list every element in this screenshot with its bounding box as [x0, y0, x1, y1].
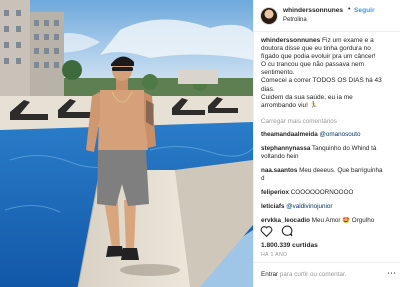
username-link[interactable]: whinderssonnunes: [283, 7, 343, 14]
comment-username[interactable]: feliperiox: [261, 189, 289, 196]
comment-mention[interactable]: @omanosouto: [319, 131, 360, 138]
separator-dot: •: [348, 6, 351, 13]
comment-text: COOOOOORNOOOO: [290, 188, 354, 196]
login-link[interactable]: Entrar: [261, 271, 278, 278]
caption-line: sentimento.: [261, 69, 295, 77]
comment-text: Meu deeeus. Que barriguinha: [299, 166, 383, 174]
post-header: whinderssonnunes • Seguir Petrolina: [254, 0, 400, 32]
caption-line: dias.: [261, 85, 275, 93]
heart-icon[interactable]: [260, 225, 273, 237]
comment-username[interactable]: leticiafs: [261, 203, 284, 210]
comment-username[interactable]: theamandaalmeida: [261, 131, 318, 138]
comment-item: feliperiox COOOOOORNOOOO: [261, 189, 397, 197]
post-photo[interactable]: [0, 0, 253, 287]
caption-line: Comecei a correr TODOS OS DIAS há 43: [261, 77, 382, 85]
caption-line: O cu trancou que não passava nem: [261, 61, 364, 69]
comment-mention[interactable]: @valdivinojunior: [286, 203, 332, 210]
follow-button[interactable]: Seguir: [354, 7, 375, 14]
comment-item: naa.saantos Meu deeeus. Que barriguinha: [261, 167, 397, 175]
comment-item: leticiafs @valdivinojunior: [261, 203, 397, 211]
comment-item: theamandaalmeida @omanosouto: [261, 131, 397, 139]
post-timestamp: HÁ 1 ANO: [261, 252, 288, 258]
caption-line: arrombando viu! 🏃‍♂️: [261, 101, 318, 109]
comment-continuation: d: [261, 175, 397, 183]
comment-item: stephannynassa Tanquinho do Whind tá: [261, 145, 397, 153]
comment-text: Meu Amor 🤩 Orgulho: [311, 216, 375, 224]
comment-continuation: voltando hein: [261, 153, 397, 161]
caption-line: doutora disse que eu tinha gordura no: [261, 45, 371, 53]
caption-line: Cuidem da sua saúde, eu ia me: [261, 93, 353, 101]
likes-count[interactable]: 1.800.339 curtidas: [261, 242, 318, 249]
login-prompt: Entrar para curtir ou comentar.: [261, 271, 346, 278]
post-actions: [260, 225, 396, 239]
photo-scene: [0, 0, 253, 287]
caption-line: fígado que podia evoluir pra um câncer!: [261, 53, 376, 61]
login-prompt-text: para curtir ou comentar.: [279, 271, 347, 278]
comment-icon[interactable]: [280, 225, 293, 237]
post-caption: whinderssonnunes Fiz um exame e a doutor…: [261, 37, 397, 110]
comment-username[interactable]: stephannynassa: [261, 145, 310, 152]
comments-section: whinderssonnunes Fiz um exame e a doutor…: [261, 37, 397, 235]
instagram-post: whinderssonnunes • Seguir Petrolina whin…: [0, 0, 400, 287]
caption-username[interactable]: whinderssonnunes: [261, 37, 320, 44]
load-more-comments-link[interactable]: Carregar mais comentários: [261, 118, 397, 125]
comment-item: ervkka_leocadio Meu Amor 🤩 Orgulho: [261, 217, 397, 225]
more-options-icon[interactable]: ⋯: [387, 268, 396, 279]
comment-footer: Entrar para curtir ou comentar. ⋯: [254, 262, 400, 287]
comment-username[interactable]: naa.saantos: [261, 167, 297, 174]
caption-line: Fiz um exame e a: [322, 37, 374, 44]
comment-text: Tanquinho do Whind tá: [312, 145, 377, 153]
comment-text: d: [261, 174, 265, 182]
location-link[interactable]: Petrolina: [283, 17, 307, 23]
comment-username[interactable]: ervkka_leocadio: [261, 217, 310, 224]
post-details-panel: whinderssonnunes • Seguir Petrolina whin…: [253, 0, 400, 287]
comment-text: voltando hein: [261, 152, 299, 160]
avatar[interactable]: [260, 7, 278, 25]
